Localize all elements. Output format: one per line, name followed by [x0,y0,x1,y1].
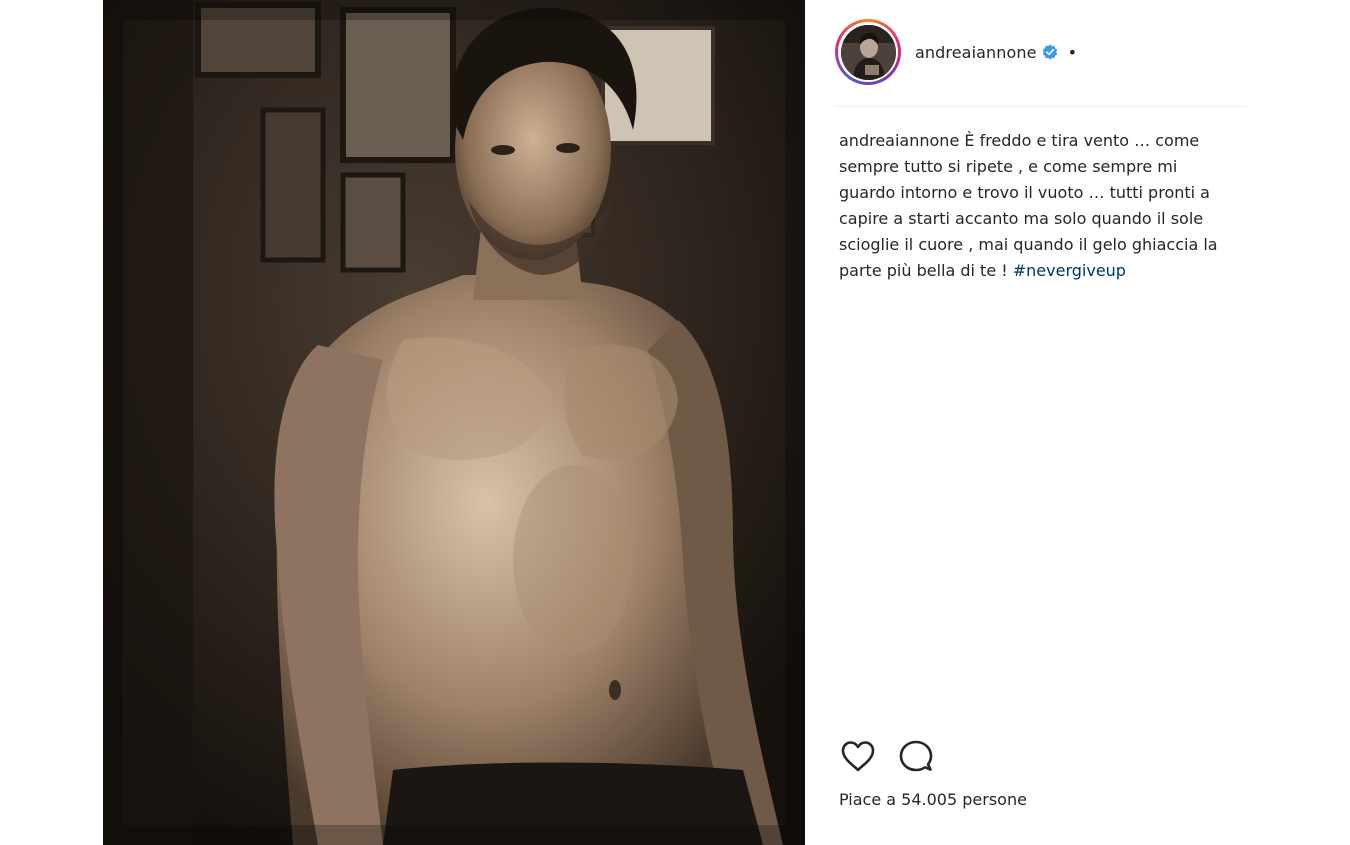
header-username[interactable]: andreaiannone [915,43,1037,62]
avatar-border [838,22,898,82]
like-button[interactable] [839,738,877,776]
avatar-image [840,24,896,80]
verified-badge-icon [1042,44,1058,60]
header-divider [835,106,1246,107]
avatar[interactable] [840,24,896,80]
story-ring[interactable] [835,19,901,85]
heart-icon [841,741,875,772]
portrait-photo-image [103,0,805,845]
comment-button[interactable] [897,738,935,776]
caption-text: È freddo e tira vento … come sempre tutt… [839,131,1218,280]
caption-hashtag[interactable]: #nevergiveup [1013,261,1126,280]
likes-count[interactable]: Piace a 54.005 persone [839,790,1027,809]
post-photo[interactable] [103,0,805,845]
post-side-panel: andreaiannone • andreaiannone È freddo e… [805,0,1350,845]
post-header: andreaiannone • [835,18,1245,86]
post-caption: andreaiannone È freddo e tira vento … co… [839,128,1219,284]
caption-username[interactable]: andreaiannone [839,131,959,150]
post-actions [839,738,955,776]
header-separator-dot: • [1067,42,1078,62]
comment-icon [899,740,933,772]
